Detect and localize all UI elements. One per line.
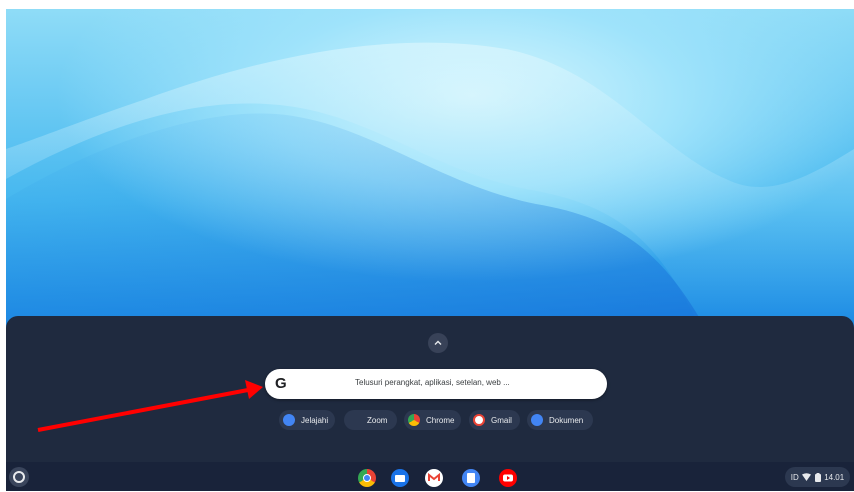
shelf-docs-app[interactable] xyxy=(462,469,480,487)
suggestion-chip-zoom[interactable]: Zoom xyxy=(344,410,397,430)
chevron-up-icon xyxy=(434,340,442,345)
docs-icon xyxy=(531,414,543,426)
ime-indicator: ID xyxy=(790,472,799,482)
chrome-icon xyxy=(408,414,420,426)
explore-icon xyxy=(283,414,295,426)
launcher-circle-icon xyxy=(13,471,25,483)
chip-label: Dokumen xyxy=(549,415,584,425)
gmail-icon xyxy=(428,472,440,481)
clock-time: 14.01 xyxy=(824,472,845,482)
shelf-chrome-app[interactable] xyxy=(358,469,376,487)
suggestion-chip-jelajahi[interactable]: Jelajahi xyxy=(279,410,335,430)
chip-label: Jelajahi xyxy=(301,415,329,425)
wallpaper-wave xyxy=(6,42,854,329)
suggestion-chip-dokumen[interactable]: Dokumen xyxy=(527,410,593,430)
files-icon xyxy=(395,475,405,482)
chip-label: Zoom xyxy=(367,415,388,425)
expand-launcher-button[interactable] xyxy=(428,333,448,353)
shelf-gmail-app[interactable] xyxy=(425,469,443,487)
launcher-button[interactable] xyxy=(9,467,29,487)
status-tray[interactable]: ID 14.01 xyxy=(785,467,850,487)
suggestion-chip-chrome[interactable]: Chrome xyxy=(404,410,461,430)
chip-label: Gmail xyxy=(491,415,512,425)
youtube-icon xyxy=(503,474,513,482)
suggestion-chip-gmail[interactable]: Gmail xyxy=(469,410,520,430)
gmail-icon xyxy=(473,414,485,426)
chip-label: Chrome xyxy=(426,415,455,425)
docs-icon xyxy=(467,473,475,483)
chrome-icon xyxy=(363,474,371,482)
shelf-files-app[interactable] xyxy=(391,469,409,487)
battery-icon xyxy=(814,472,821,482)
shelf-youtube-app[interactable] xyxy=(499,469,517,487)
search-placeholder: Telusuri perangkat, aplikasi, setelan, w… xyxy=(355,378,510,387)
wifi-icon xyxy=(802,473,812,481)
google-g-icon: G xyxy=(275,375,287,392)
launcher-search-box[interactable]: G Telusuri perangkat, aplikasi, setelan,… xyxy=(265,369,607,399)
